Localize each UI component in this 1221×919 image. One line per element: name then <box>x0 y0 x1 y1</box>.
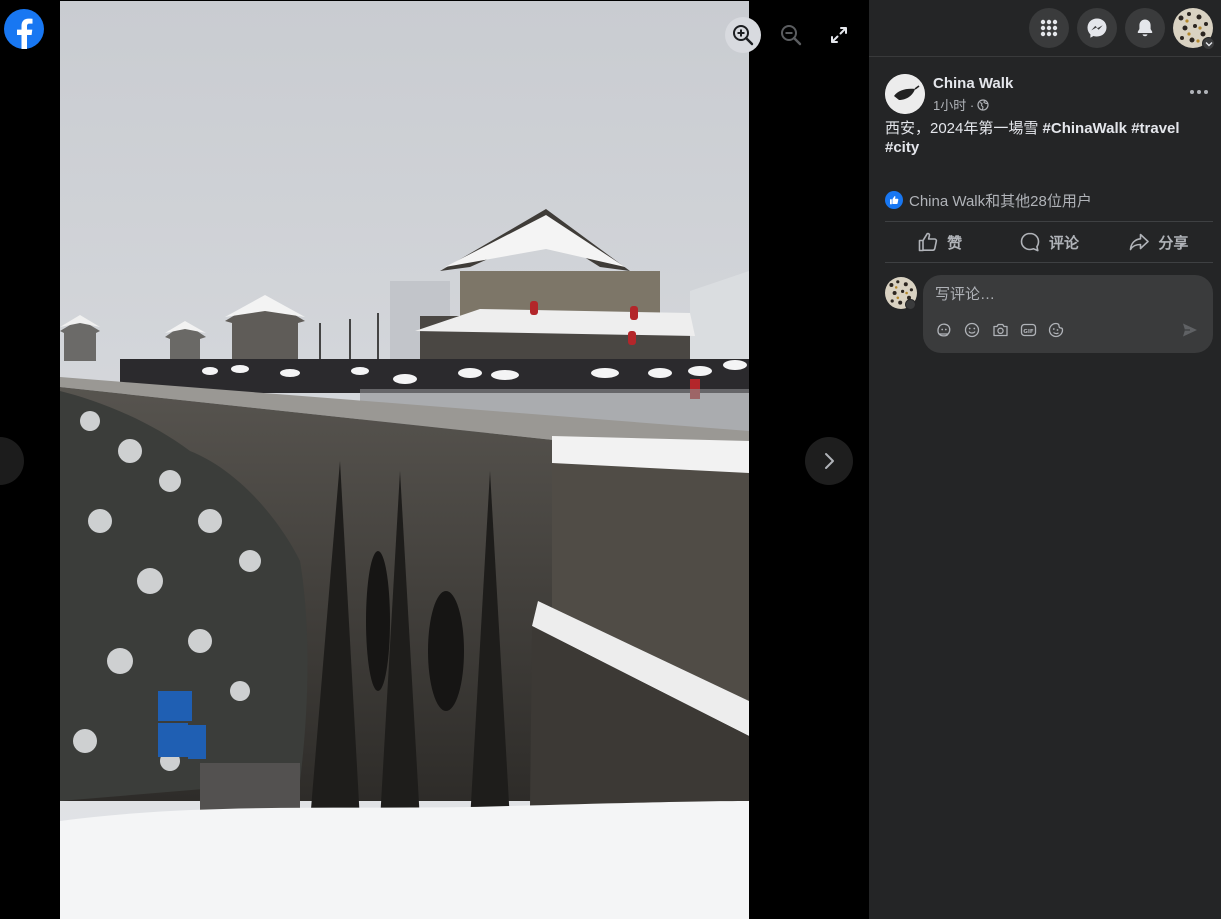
comment-box[interactable]: GIF <box>923 275 1213 353</box>
post-text: 西安，2024年第一場雪 #ChinaWalk #travel #city <box>885 119 1205 157</box>
post-header: China Walk 1小时 · <box>885 74 1213 114</box>
comment-bubble-icon <box>1020 232 1040 252</box>
top-bar <box>869 0 1221 57</box>
profile-switch-caret-icon[interactable] <box>905 299 916 310</box>
post-photo <box>60 1 749 919</box>
account-menu-caret-icon[interactable] <box>1202 37 1215 50</box>
comment-label: 评论 <box>1048 234 1079 252</box>
comment-tools: GIF <box>935 321 1065 339</box>
sticker-icon[interactable] <box>1047 321 1065 339</box>
like-reaction-icon <box>885 191 903 209</box>
avatar-sticker-icon[interactable] <box>935 321 953 339</box>
page-avatar[interactable] <box>885 74 925 114</box>
comment-composer: GIF <box>885 275 1213 353</box>
share-label: 分享 <box>1158 234 1189 252</box>
comment-input[interactable] <box>935 284 1195 304</box>
zoom-out-icon <box>781 25 802 46</box>
thumbs-up-icon <box>918 232 938 252</box>
previous-photo-button[interactable] <box>0 437 24 485</box>
gif-icon[interactable]: GIF <box>1019 321 1037 339</box>
chevron-right-icon <box>825 453 834 469</box>
share-arrow-icon <box>1130 233 1150 251</box>
reactions-count-text[interactable]: China Walk和其他28位用户 <box>909 190 1092 211</box>
notifications-button[interactable] <box>1125 8 1165 48</box>
bell-icon <box>1137 19 1153 37</box>
comment-button[interactable]: 评论 <box>994 222 1103 262</box>
post-meta: 1小时 · <box>933 95 989 114</box>
photo-viewer <box>0 0 869 919</box>
camera-icon[interactable] <box>991 321 1009 339</box>
hashtag-link[interactable]: #city <box>885 139 919 156</box>
facebook-logo-icon[interactable] <box>4 9 44 49</box>
menu-grid-icon <box>1040 19 1058 37</box>
share-button[interactable]: 分享 <box>1104 222 1213 262</box>
zoom-out-button[interactable] <box>773 17 809 53</box>
emoji-icon[interactable] <box>963 321 981 339</box>
globe-icon[interactable] <box>977 98 989 111</box>
fullscreen-button[interactable] <box>821 17 857 53</box>
fullscreen-icon <box>831 27 847 43</box>
zoom-in-icon <box>733 25 754 46</box>
reactions-summary[interactable]: China Walk和其他28位用户 <box>885 190 1092 210</box>
post-options-button[interactable] <box>1185 80 1213 104</box>
hashtag-link[interactable]: #travel <box>1131 120 1179 137</box>
messenger-button[interactable] <box>1077 8 1117 48</box>
post-text-plain: 西安，2024年第一場雪 <box>885 120 1043 137</box>
like-label: 赞 <box>947 234 963 252</box>
hashtag-link[interactable]: #ChinaWalk <box>1043 120 1127 137</box>
page-name-link[interactable]: China Walk <box>933 75 1013 92</box>
more-horizontal-icon <box>1190 90 1208 94</box>
svg-text:GIF: GIF <box>1023 329 1034 335</box>
post-details-panel: China Walk 1小时 · 西安，2024年第一場雪 #ChinaWalk… <box>869 0 1221 919</box>
post-time[interactable]: 1小时 · <box>933 95 974 114</box>
like-button[interactable]: 赞 <box>885 222 994 262</box>
menu-button[interactable] <box>1029 8 1069 48</box>
next-photo-button[interactable] <box>805 437 853 485</box>
messenger-icon <box>1087 18 1107 38</box>
post-actions: 赞 评论 分享 <box>885 221 1213 263</box>
zoom-in-button[interactable] <box>725 17 761 53</box>
send-icon[interactable] <box>1181 321 1199 339</box>
